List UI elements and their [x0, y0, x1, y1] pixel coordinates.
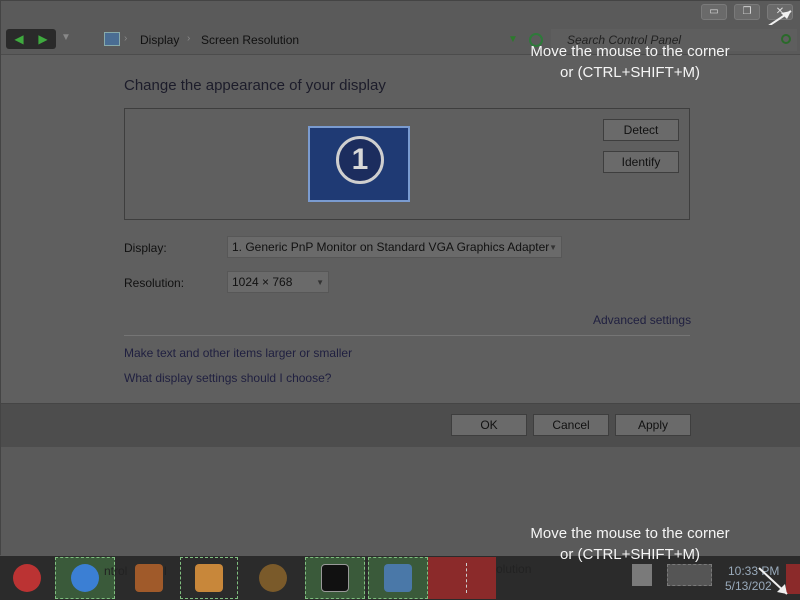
display-icon — [104, 32, 120, 46]
internet-explorer-icon — [71, 564, 99, 592]
resolution-select[interactable]: 1024 × 768 ▼ — [227, 271, 329, 293]
display-label: Display: — [124, 241, 167, 255]
detect-button[interactable]: Detect — [603, 119, 679, 141]
media-player-icon — [195, 564, 223, 592]
breadcrumb-display[interactable]: Display — [140, 33, 179, 47]
advanced-settings-link[interactable]: Advanced settings — [593, 313, 691, 327]
breadcrumb-screen-resolution[interactable]: Screen Resolution — [201, 33, 299, 47]
monitor-1-tile[interactable]: 1 — [308, 126, 410, 202]
arrow-to-corner-icon — [758, 567, 788, 595]
taskbar-media-player[interactable] — [180, 557, 238, 599]
command-prompt-icon — [321, 564, 349, 592]
corner-hint-bottom: Move the mouse to the corner or (CTRL+SH… — [515, 523, 745, 565]
taskbar-chrome[interactable] — [244, 557, 302, 599]
identify-button[interactable]: Identify — [603, 151, 679, 173]
ok-button[interactable]: OK — [451, 414, 527, 436]
display-select[interactable]: 1. Generic PnP Monitor on Standard VGA G… — [227, 236, 562, 258]
breadcrumb-separator: › — [124, 33, 128, 44]
breadcrumb-separator: › — [187, 33, 191, 44]
display-help-link[interactable]: What display settings should I choose? — [124, 371, 331, 385]
santa-start-icon — [13, 564, 41, 592]
taskbar-explorer[interactable] — [120, 557, 178, 599]
screen-resolution-window: ▭ ❐ ✕ ◀ ▶ ▼ › Display › Screen Resolutio… — [0, 0, 800, 557]
hint-line-2: or (CTRL+SHIFT+M) — [559, 64, 700, 81]
back-arrow-icon[interactable]: ◀ — [7, 31, 31, 47]
apply-button[interactable]: Apply — [615, 414, 691, 436]
minimize-button[interactable]: ▭ — [701, 4, 727, 20]
page-title: Change the appearance of your display — [124, 77, 386, 94]
hint-line-1: Move the mouse to the corner — [530, 43, 730, 60]
back-forward-buttons: ◀ ▶ — [6, 29, 56, 49]
taskbar-cmd[interactable] — [305, 557, 365, 599]
monitor-arrangement-panel: 1 Detect Identify — [124, 108, 690, 220]
resolution-label: Resolution: — [124, 276, 185, 290]
chrome-icon — [259, 564, 287, 592]
chevron-down-icon: ▼ — [316, 278, 324, 287]
taskbar-display[interactable] — [368, 557, 428, 599]
folder-icon — [135, 564, 163, 592]
recent-pages-dropdown[interactable]: ▼ — [61, 32, 71, 43]
main-content: Change the appearance of your display 1 … — [1, 55, 800, 403]
divider — [124, 335, 690, 336]
monitor-number: 1 — [336, 136, 384, 184]
title-bar: ▭ ❐ ✕ — [1, 1, 800, 36]
search-icon[interactable] — [781, 34, 791, 44]
dialog-footer: OK Cancel Apply — [1, 403, 800, 447]
show-hidden-icons-icon[interactable] — [632, 564, 652, 586]
system-tray-icons[interactable] — [667, 564, 712, 586]
hint-line-1: Move the mouse to the corner — [530, 525, 730, 542]
start-button[interactable] — [1, 557, 53, 599]
resolution-select-value: 1024 × 768 — [232, 275, 293, 289]
text-size-link[interactable]: Make text and other items larger or smal… — [124, 346, 352, 360]
chevron-down-icon: ▼ — [549, 243, 557, 252]
taskbar-active-window[interactable] — [428, 557, 496, 599]
taskbar-divider — [466, 563, 467, 593]
cancel-button[interactable]: Cancel — [533, 414, 609, 436]
display-select-value: 1. Generic PnP Monitor on Standard VGA G… — [232, 240, 550, 254]
forward-arrow-icon[interactable]: ▶ — [31, 31, 55, 47]
hint-line-2: or (CTRL+SHIFT+M) — [559, 546, 700, 563]
display-settings-icon — [384, 564, 412, 592]
corner-hint-top: Move the mouse to the corner or (CTRL+SH… — [515, 41, 745, 83]
